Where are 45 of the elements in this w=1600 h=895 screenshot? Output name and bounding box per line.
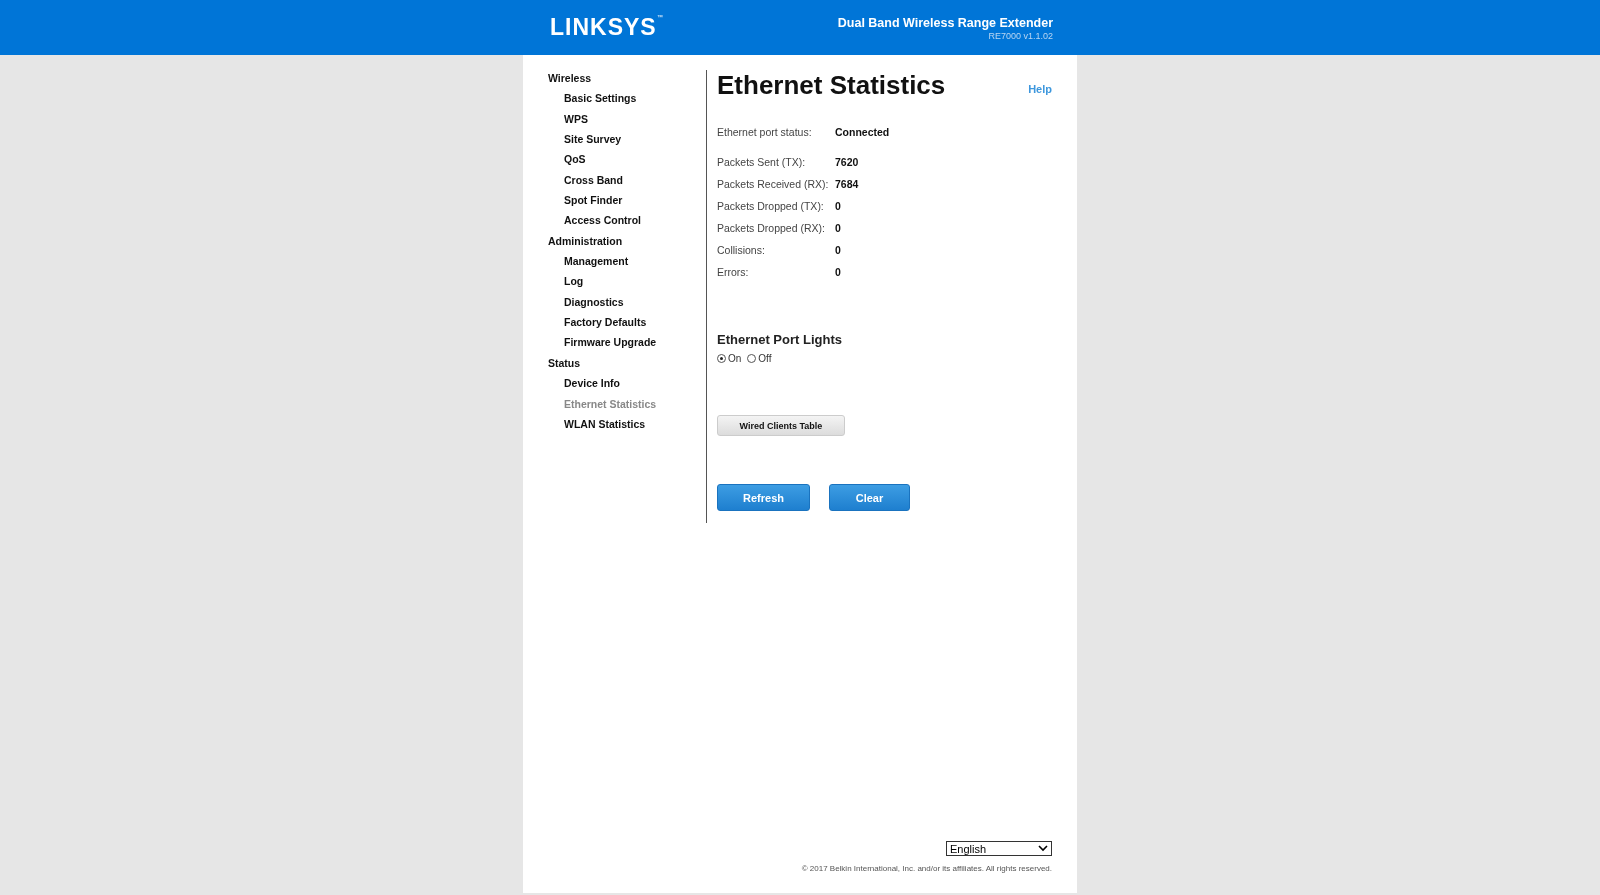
sidebar-item[interactable]: Site Survey (548, 131, 706, 152)
firmware-version: RE7000 v1.1.02 (987, 31, 1053, 41)
sidebar-item[interactable]: Cross Band (548, 171, 706, 193)
stat-value: 0 (835, 244, 841, 256)
action-button[interactable]: Clear (829, 484, 910, 511)
sidebar-section[interactable]: Wireless (548, 70, 706, 91)
stat-value: 7620 (835, 156, 859, 168)
stat-value: 0 (835, 222, 841, 234)
sidebar-item[interactable]: Access Control (548, 212, 706, 233)
section-heading: Ethernet Port Lights (717, 332, 843, 347)
stat-label: Packets Dropped (RX): (717, 222, 826, 234)
action-button[interactable]: Refresh (717, 484, 810, 511)
sidebar-item[interactable]: WLAN Statistics (548, 415, 706, 437)
wired-clients-button[interactable]: Wired Clients Table (717, 415, 845, 436)
stat-label: Collisions: (717, 244, 766, 256)
sidebar-item[interactable]: Factory Defaults (548, 314, 706, 335)
stat-label: Packets Sent (TX): (717, 156, 807, 168)
sidebar-section[interactable]: Status (548, 354, 706, 376)
sidebar-item[interactable]: QoS (548, 151, 706, 172)
sidebar-item[interactable]: Spot Finder (548, 192, 706, 213)
radio-label: Off (758, 353, 772, 364)
chevron-icon (1038, 845, 1048, 852)
stat-label: Ethernet port status: (717, 126, 813, 138)
sidebar-item[interactable]: Management (548, 253, 706, 274)
stat-label: Packets Dropped (TX): (717, 200, 825, 212)
copyright-text: © 2017 Belkin International, Inc. and/or its affiliates. All rights reserved. (801, 864, 1052, 873)
sidebar-item[interactable]: Ethernet Statistics (548, 395, 706, 416)
sidebar-item[interactable]: WPS (548, 110, 706, 132)
sidebar-item[interactable]: Log (548, 273, 706, 294)
sidebar-item[interactable]: Firmware Upgrade (548, 334, 706, 355)
stat-value: 0 (835, 200, 841, 212)
stat-value: 0 (835, 266, 841, 278)
language-select[interactable]: English (946, 841, 1052, 856)
stat-value: 7684 (835, 178, 859, 190)
sidebar-item[interactable]: Basic Settings (548, 90, 706, 111)
radio-label: On (728, 353, 742, 364)
product-name: Dual Band Wireless Range Extender (837, 16, 1053, 30)
sidebar-item[interactable]: Diagnostics (548, 293, 706, 315)
sidebar-item[interactable]: Device Info (548, 375, 706, 396)
logo: LINKSYS$^{™}$ (550, 14, 664, 41)
stat-value: Connected (835, 126, 890, 138)
sidebar-section[interactable]: Administration (548, 232, 706, 254)
stat-label: Packets Received (RX): (717, 178, 830, 190)
page-title: Ethernet Statistics (717, 70, 946, 101)
stat-label: Errors: (717, 266, 750, 278)
